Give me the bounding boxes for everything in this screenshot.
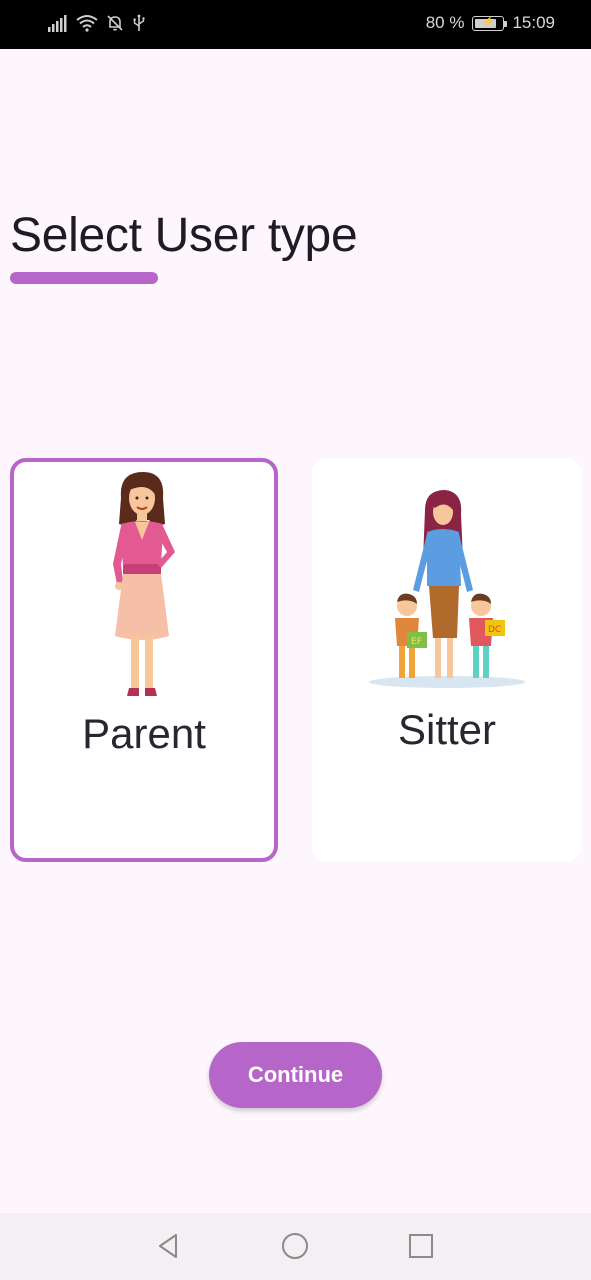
battery-percent: 80 % <box>425 13 465 32</box>
recent-apps-icon[interactable] <box>406 1231 436 1261</box>
parent-woman-illustration <box>113 472 175 696</box>
page-title: Select User type <box>10 209 358 262</box>
clock: 15:09 <box>512 13 555 32</box>
sitter-with-children-illustration: EF DC <box>369 490 525 688</box>
svg-text:DC: DC <box>488 625 501 635</box>
status-bar: 80 % ⚡ 15:09 <box>0 0 591 49</box>
charging-icon: ⚡ <box>482 17 495 28</box>
battery-icon: ⚡ <box>472 15 508 31</box>
wifi-icon <box>76 15 98 32</box>
user-type-card-parent[interactable]: Parent <box>10 458 278 862</box>
svg-text:EF: EF <box>411 637 422 647</box>
home-icon[interactable] <box>280 1231 310 1261</box>
bell-off-icon <box>107 15 123 31</box>
continue-button[interactable]: Continue <box>209 1042 382 1108</box>
card-label-parent: Parent <box>82 710 206 757</box>
navigation-bar <box>0 1213 591 1280</box>
title-underline <box>10 272 158 284</box>
back-icon[interactable] <box>154 1231 184 1261</box>
usb-icon <box>133 14 145 31</box>
card-label-sitter: Sitter <box>397 706 497 753</box>
user-type-card-sitter[interactable]: EF DC Sitter <box>312 458 582 862</box>
signal-icon <box>48 15 67 32</box>
